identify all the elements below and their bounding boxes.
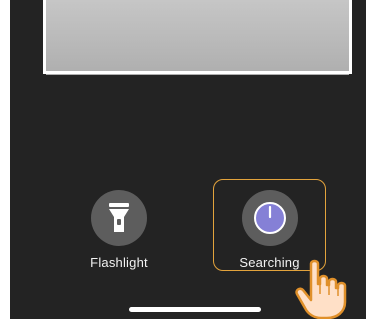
- scan-frame-corner-right: [312, 0, 352, 74]
- phone-screen: Flashlight Searching: [10, 0, 366, 319]
- flashlight-label: Flashlight: [90, 255, 148, 270]
- pointing-hand-icon: [295, 259, 347, 319]
- flashlight-circle: [91, 190, 147, 246]
- searching-circle: [241, 190, 298, 246]
- scan-frame-bottom: [43, 71, 352, 74]
- scan-frame-corner-left: [43, 0, 83, 74]
- camera-viewfinder: [46, 0, 349, 75]
- flashlight-button[interactable]: Flashlight: [80, 190, 158, 270]
- power-icon: [253, 202, 286, 234]
- flashlight-icon: [109, 203, 129, 232]
- home-indicator[interactable]: [129, 307, 261, 312]
